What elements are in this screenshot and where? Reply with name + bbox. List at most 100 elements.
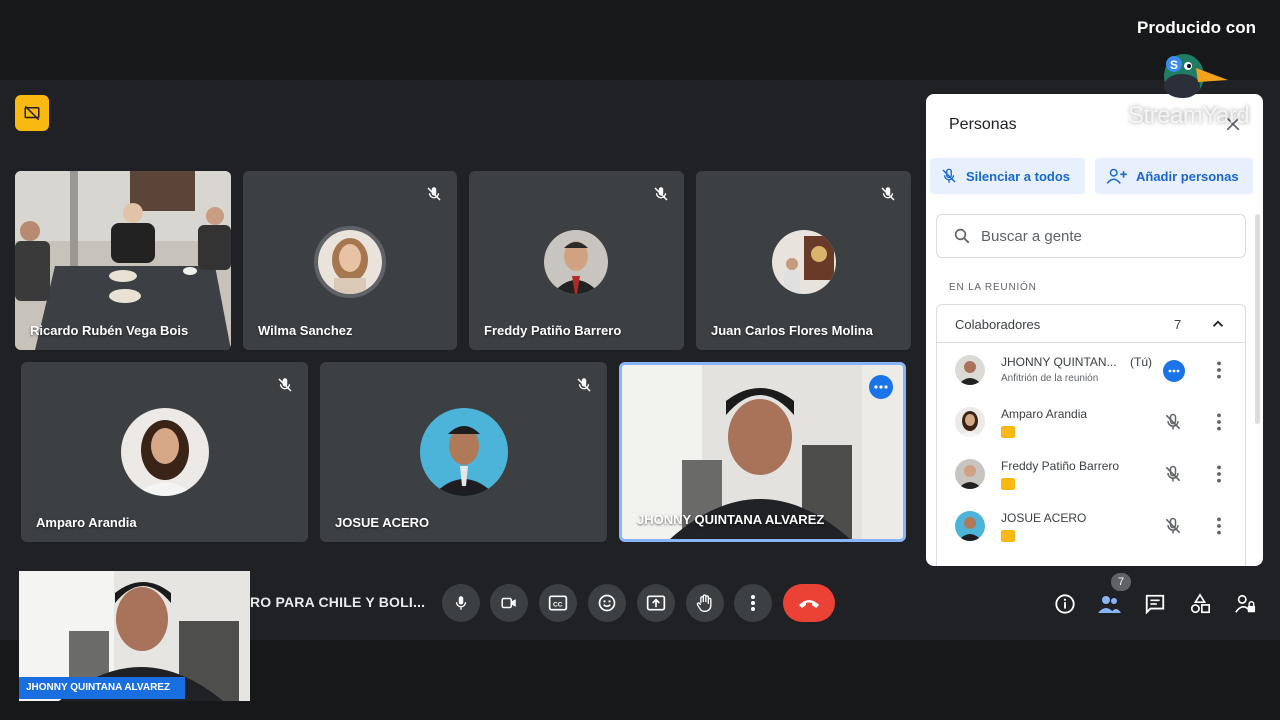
svg-text:CC: CC (553, 601, 563, 608)
emoji-button[interactable] (588, 584, 626, 622)
emoji-icon (598, 594, 616, 612)
raise-hand-button[interactable] (686, 584, 724, 622)
participant-name: JHONNY QUINTANA ALVAREZ (637, 512, 825, 527)
participant-count-badge: 7 (1111, 573, 1131, 591)
panel-title: Personas (949, 116, 1017, 133)
top-band (0, 0, 1280, 80)
captions-button[interactable]: CC (539, 584, 577, 622)
mic-off-icon[interactable] (1163, 412, 1183, 432)
meeting-title: RO PARA CHILE Y BOLI... (250, 594, 426, 610)
list-item[interactable]: JHONNY QUINTAN... (Tú) Anfitrión de la r… (937, 345, 1245, 395)
mic-off-icon (577, 378, 591, 392)
more-options-button[interactable] (869, 375, 893, 399)
avatar (955, 355, 985, 385)
participant-tile-amparo[interactable]: Amparo Arandia (21, 362, 308, 542)
add-people-button[interactable]: Añadir personas (1095, 158, 1253, 194)
person-name: JOSUE ACERO (1001, 511, 1087, 525)
mute-all-button[interactable]: Silenciar a todos (930, 158, 1085, 194)
mic-off-icon (881, 187, 895, 201)
participant-tile-ricardo[interactable]: Ricardo Rubén Vega Bois (15, 171, 231, 350)
section-label: EN LA REUNIÓN (949, 282, 1037, 293)
avatar (314, 226, 386, 298)
chat-button[interactable] (1143, 592, 1167, 616)
streamyard-duck-logo: S (1164, 54, 1228, 98)
presentation-flag-icon (1001, 530, 1015, 542)
people-search[interactable] (936, 214, 1246, 258)
person-name: JHONNY QUINTAN... (1001, 355, 1117, 369)
participant-tile-juan-carlos[interactable]: Juan Carlos Flores Molina (696, 171, 911, 350)
mute-all-label: Silenciar a todos (966, 168, 1071, 184)
mic-off-icon[interactable] (1163, 464, 1183, 484)
add-people-label: Añadir personas (1136, 168, 1239, 184)
svg-text:S: S (1170, 58, 1178, 72)
present-button[interactable] (637, 584, 675, 622)
more-vert-icon[interactable] (1214, 360, 1224, 380)
collaborators-group: Colaboradores 7 JHONNY QUINTAN... (Tú) A… (936, 304, 1246, 566)
avatar (540, 226, 612, 298)
presentation-flag-icon (1001, 478, 1015, 490)
avatar (121, 408, 209, 496)
lock-person-icon (1235, 594, 1256, 613)
participant-name: Juan Carlos Flores Molina (711, 323, 873, 338)
mic-off-icon (942, 168, 956, 183)
hand-icon (696, 594, 712, 612)
person-name: Freddy Patiño Barrero (1001, 459, 1120, 473)
more-horiz-icon (1168, 369, 1180, 373)
people-icon (1098, 596, 1121, 613)
participant-tile-wilma[interactable]: Wilma Sanchez (243, 171, 457, 350)
hangup-button[interactable] (783, 584, 835, 622)
more-options-button[interactable] (734, 584, 772, 622)
mic-button[interactable] (442, 584, 480, 622)
you-tag: (Tú) (1130, 355, 1152, 369)
participant-tile-josue[interactable]: JOSUE ACERO (320, 362, 607, 542)
panel-scrollbar[interactable] (1255, 214, 1260, 424)
list-item[interactable]: Amparo Arandia (937, 397, 1245, 447)
brand-wordmark: StreamYard (1128, 102, 1250, 129)
person-role: Anfitrión de la reunión (1001, 373, 1099, 384)
presentation-flag-icon (1001, 426, 1015, 438)
avatar (955, 407, 985, 437)
people-button[interactable] (1097, 592, 1121, 616)
self-view-name-banner: JHONNY QUINTANA ALVAREZ (19, 677, 185, 699)
presentation-badge[interactable] (15, 95, 49, 131)
activities-button[interactable] (1188, 592, 1212, 616)
mic-off-icon (278, 378, 292, 392)
list-item[interactable]: JOSUE ACERO (937, 501, 1245, 551)
participant-name: Amparo Arandia (36, 515, 137, 530)
participant-name: Freddy Patiño Barrero (484, 323, 622, 338)
more-vert-icon[interactable] (1214, 516, 1224, 536)
person-name: Amparo Arandia (1001, 407, 1088, 421)
mic-off-icon (654, 187, 668, 201)
info-icon (1055, 594, 1075, 614)
camera-button[interactable] (490, 584, 528, 622)
more-options-button[interactable] (1163, 360, 1185, 382)
mic-icon (455, 596, 467, 610)
meeting-info-button[interactable] (1053, 592, 1077, 616)
participant-name: Ricardo Rubén Vega Bois (30, 323, 189, 338)
collaborators-header[interactable]: Colaboradores 7 (937, 305, 1245, 343)
list-item[interactable]: Freddy Patiño Barrero (937, 449, 1245, 499)
avatar (768, 226, 840, 298)
host-controls-button[interactable] (1233, 592, 1257, 616)
more-vert-icon[interactable] (1214, 464, 1224, 484)
more-vert-icon[interactable] (1214, 412, 1224, 432)
participant-tile-freddy[interactable]: Freddy Patiño Barrero (469, 171, 684, 350)
more-vert-icon (751, 595, 755, 611)
produced-with-label: Producido con (1137, 18, 1256, 37)
chevron-up-icon (1212, 320, 1224, 327)
mic-off-icon (427, 187, 441, 201)
participant-name: JOSUE ACERO (335, 515, 430, 530)
mic-off-icon[interactable] (1163, 516, 1183, 536)
chat-icon (1145, 594, 1165, 615)
group-count: 7 (1174, 317, 1182, 332)
group-label: Colaboradores (955, 317, 1041, 332)
present-to-all-icon (646, 595, 666, 611)
call-end-icon (799, 600, 819, 608)
participant-name: Wilma Sanchez (258, 323, 353, 338)
search-input[interactable] (981, 227, 1221, 245)
no-present-icon (24, 105, 40, 121)
people-panel: Personas Silenciar a todos Añadir person… (926, 94, 1263, 566)
search-icon (954, 228, 970, 244)
participant-tile-jhonny[interactable]: JHONNY QUINTANA ALVAREZ (619, 362, 906, 542)
avatar (955, 511, 985, 541)
